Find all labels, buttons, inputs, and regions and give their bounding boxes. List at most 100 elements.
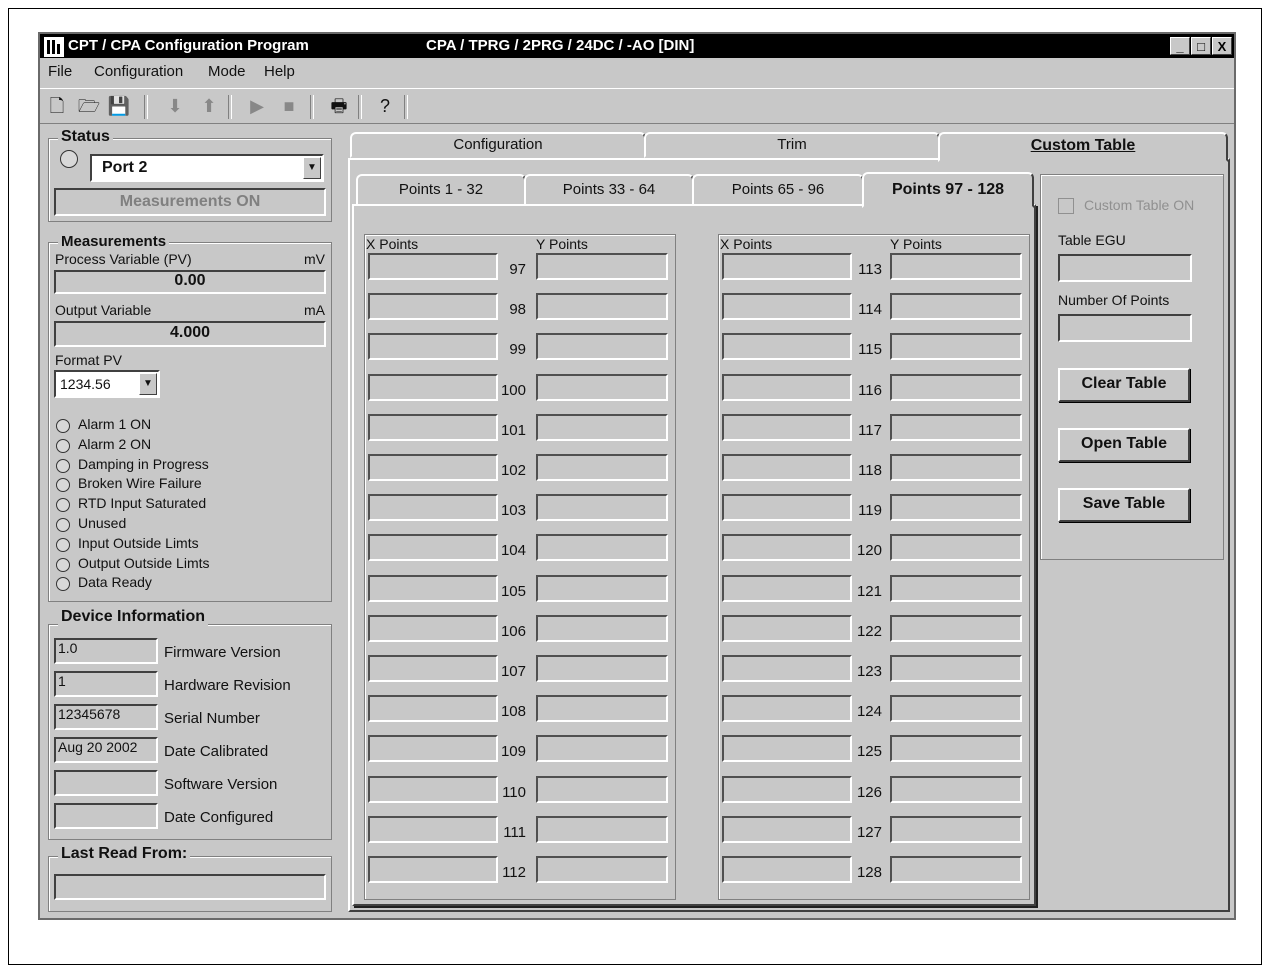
play-icon[interactable]: ▶ (244, 94, 270, 118)
tab-trim[interactable]: Trim (644, 132, 940, 158)
y-point-input[interactable] (536, 454, 668, 481)
x-point-input[interactable] (368, 695, 498, 723)
y-point-input[interactable] (890, 454, 1022, 481)
x-point-input[interactable] (368, 815, 498, 843)
y-point-input[interactable] (536, 735, 668, 763)
x-point-input[interactable] (368, 735, 498, 763)
minimize-button[interactable]: _ (1170, 37, 1190, 55)
x-point-input[interactable] (368, 333, 498, 361)
y-point-input[interactable] (890, 815, 1022, 843)
menu-help[interactable]: Help (264, 63, 295, 80)
tab-custom-table[interactable]: Custom Table (938, 132, 1228, 162)
x-point-input[interactable] (722, 614, 852, 642)
y-point-input[interactable] (890, 695, 1022, 723)
y-point-input[interactable] (890, 856, 1022, 883)
y-point-input[interactable] (536, 856, 668, 883)
y-point-input[interactable] (890, 614, 1022, 642)
y-point-input[interactable] (536, 815, 668, 843)
stop-icon[interactable]: ■ (276, 94, 302, 118)
point-index: 119 (858, 502, 882, 520)
y-point-input[interactable] (890, 534, 1022, 562)
table-egu-input[interactable] (1058, 254, 1192, 282)
maximize-button[interactable]: □ (1191, 37, 1211, 55)
x-point-input[interactable] (368, 494, 498, 522)
x-point-input[interactable] (722, 534, 852, 562)
x-point-input[interactable] (368, 253, 498, 280)
save-table-button[interactable]: Save Table (1058, 488, 1190, 522)
y-point-input[interactable] (536, 614, 668, 642)
y-point-input[interactable] (890, 574, 1022, 602)
x-point-input[interactable] (368, 534, 498, 562)
y-point-input[interactable] (890, 413, 1022, 441)
tab-configuration[interactable]: Configuration (350, 132, 646, 158)
y-point-input[interactable] (890, 333, 1022, 361)
menu-configuration[interactable]: Configuration (94, 63, 183, 80)
tab-points-33-64[interactable]: Points 33 - 64 (524, 174, 694, 206)
x-point-input[interactable] (722, 775, 852, 803)
x-point-input[interactable] (722, 494, 852, 522)
open-table-button[interactable]: Open Table (1058, 428, 1190, 462)
x-point-input[interactable] (368, 856, 498, 883)
y-point-input[interactable] (536, 333, 668, 361)
y-point-input[interactable] (890, 775, 1022, 803)
y-point-input[interactable] (536, 413, 668, 441)
x-point-input[interactable] (722, 454, 852, 481)
x-point-input[interactable] (368, 775, 498, 803)
x-point-input[interactable] (722, 293, 852, 321)
x-point-input[interactable] (368, 574, 498, 602)
y-point-input[interactable] (536, 695, 668, 723)
y-point-input[interactable] (536, 293, 668, 321)
y-point-input[interactable] (536, 494, 668, 522)
x-point-input[interactable] (368, 293, 498, 321)
clear-table-button[interactable]: Clear Table (1058, 368, 1190, 402)
y-point-input[interactable] (536, 534, 668, 562)
y-point-input[interactable] (890, 253, 1022, 280)
x-point-input[interactable] (722, 333, 852, 361)
chevron-down-icon[interactable]: ▼ (139, 373, 157, 395)
y-point-input[interactable] (536, 574, 668, 602)
format-pv-select[interactable]: 1234.56 ▼ (54, 370, 160, 398)
x-point-input[interactable] (368, 454, 498, 481)
y-point-input[interactable] (536, 253, 668, 280)
chevron-down-icon[interactable]: ▼ (303, 157, 321, 179)
save-icon[interactable]: 💾 (106, 94, 132, 118)
menu-file[interactable]: File (48, 63, 72, 80)
y-point-input[interactable] (536, 775, 668, 803)
x-point-input[interactable] (722, 253, 852, 280)
x-point-input[interactable] (722, 574, 852, 602)
y-point-input[interactable] (890, 373, 1022, 401)
print-icon[interactable]: 🖶 (326, 94, 352, 118)
menu-mode[interactable]: Mode (208, 63, 246, 80)
x-point-input[interactable] (722, 856, 852, 883)
x-point-input[interactable] (368, 373, 498, 401)
x-point-input[interactable] (722, 655, 852, 682)
x-point-input[interactable] (368, 655, 498, 682)
download-icon[interactable]: ⬇ (162, 94, 188, 118)
x-point-input[interactable] (722, 413, 852, 441)
x-point-input[interactable] (722, 695, 852, 723)
x-point-input[interactable] (722, 735, 852, 763)
number-of-points-label: Number Of Points (1058, 292, 1170, 308)
x-point-input[interactable] (722, 815, 852, 843)
open-icon[interactable]: 🗁 (76, 94, 102, 118)
number-of-points-input[interactable] (1058, 314, 1192, 342)
close-button[interactable]: X (1212, 37, 1232, 55)
y-point-input[interactable] (536, 373, 668, 401)
custom-table-on-checkbox[interactable] (1058, 198, 1074, 214)
tab-points-97-128[interactable]: Points 97 - 128 (862, 172, 1034, 208)
x-point-input[interactable] (368, 614, 498, 642)
y-point-input[interactable] (536, 655, 668, 682)
help-icon[interactable]: ? (372, 94, 398, 118)
tab-points-65-96[interactable]: Points 65 - 96 (692, 174, 864, 206)
x-point-input[interactable] (722, 373, 852, 401)
x-point-input[interactable] (368, 413, 498, 441)
port-select[interactable]: Port 2 ▼ (90, 154, 324, 182)
y-point-input[interactable] (890, 494, 1022, 522)
y-point-input[interactable] (890, 293, 1022, 321)
upload-icon[interactable]: ⬆ (196, 94, 222, 118)
y-point-input[interactable] (890, 735, 1022, 763)
title-bar[interactable]: CPT / CPA Configuration Program CPA / TP… (40, 34, 1234, 58)
tab-points-1-32[interactable]: Points 1 - 32 (356, 174, 526, 206)
y-point-input[interactable] (890, 655, 1022, 682)
new-icon[interactable]: 🗋 (44, 94, 70, 118)
